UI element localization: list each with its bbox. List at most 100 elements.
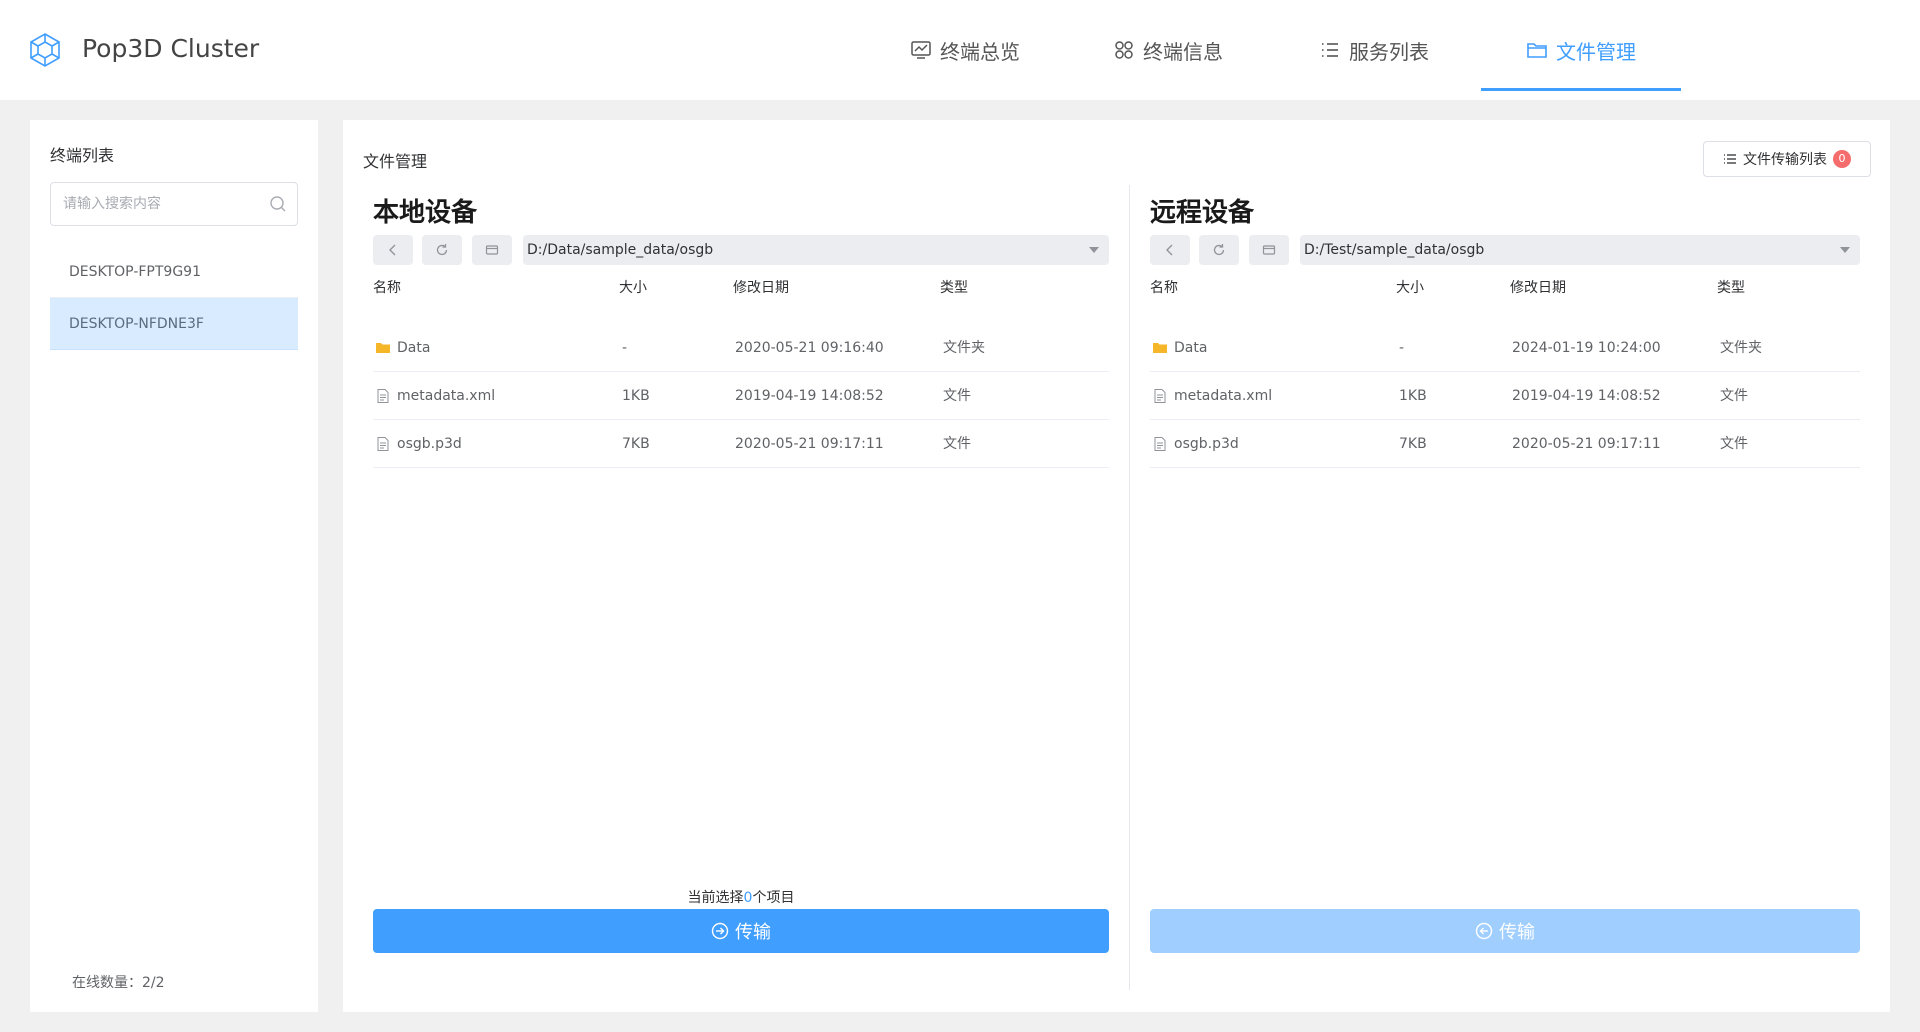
refresh-button[interactable] — [1199, 235, 1239, 265]
folder-icon — [376, 343, 390, 353]
column-header-size[interactable]: 大小 — [1396, 277, 1424, 297]
back-button[interactable] — [1150, 235, 1190, 265]
file-row[interactable]: Data - 2020-05-21 09:16:40 文件夹 — [373, 324, 1109, 372]
file-name-cell: Data — [1152, 324, 1207, 372]
selection-prefix: 当前选择 — [687, 890, 744, 906]
file-size: 7KB — [622, 436, 650, 452]
chevron-left-icon — [389, 244, 396, 256]
column-header-type[interactable]: 类型 — [940, 277, 968, 297]
local-pane-title: 本地设备 — [373, 198, 478, 228]
open-folder-button[interactable] — [1249, 235, 1289, 265]
file-icon — [1154, 389, 1166, 403]
sidebar-title: 终端列表 — [50, 146, 115, 165]
local-device-pane: 本地设备 D:/Data/sample_data/osgb 名称 大小 修改日期… — [373, 192, 1109, 992]
file-size: 1KB — [622, 388, 650, 404]
file-type: 文件 — [943, 436, 971, 452]
nav-label: 终端总览 — [940, 39, 1020, 64]
file-type: 文件夹 — [943, 340, 985, 356]
file-type: 文件 — [943, 388, 971, 404]
caret-down-icon — [1089, 247, 1099, 253]
column-header-size[interactable]: 大小 — [619, 277, 647, 297]
transfer-queue-label: 文件传输列表 — [1743, 152, 1827, 168]
monitor-chart-icon — [911, 41, 931, 59]
remote-pane-title: 远程设备 — [1150, 198, 1255, 228]
nav-label: 终端信息 — [1143, 39, 1223, 64]
nav-label: 文件管理 — [1556, 39, 1636, 64]
file-name: Data — [1174, 340, 1208, 356]
arrow-right-circle-icon — [711, 922, 729, 940]
path-value: D:/Test/sample_data/osgb — [1304, 242, 1485, 258]
top-header: Pop3D Cluster 终端总览 终端信息 服务列表 文件管理 — [0, 0, 1920, 100]
file-size: 7KB — [1399, 436, 1427, 452]
nav-file-management[interactable]: 文件管理 — [1481, 0, 1681, 100]
refresh-icon — [1213, 244, 1225, 256]
file-row[interactable]: osgb.p3d 7KB 2020-05-21 09:17:11 文件 — [1150, 420, 1860, 468]
file-modified: 2020-05-21 09:16:40 — [735, 340, 884, 356]
file-row[interactable]: osgb.p3d 7KB 2020-05-21 09:17:11 文件 — [373, 420, 1109, 468]
pane-divider — [1129, 185, 1130, 990]
file-type: 文件 — [1720, 436, 1748, 452]
file-name-cell: metadata.xml — [375, 372, 495, 420]
file-name: metadata.xml — [397, 388, 496, 404]
search-input[interactable] — [51, 183, 251, 225]
transfer-queue-button[interactable]: 文件传输列表 0 — [1703, 141, 1871, 177]
list-icon — [1322, 43, 1338, 57]
terminal-sidebar: 终端列表 DESKTOP-FPT9G91 DESKTOP-NFDNE3F 在线数… — [30, 120, 318, 1012]
search-icon[interactable] — [269, 195, 287, 213]
nav-terminal-info[interactable]: 终端信息 — [1083, 0, 1253, 100]
back-button[interactable] — [373, 235, 413, 265]
nav-terminal-overview[interactable]: 终端总览 — [880, 0, 1050, 100]
column-header-name[interactable]: 名称 — [373, 277, 401, 297]
search-box — [50, 182, 298, 226]
file-modified: 2024-01-19 10:24:00 — [1512, 340, 1661, 356]
file-name-cell: metadata.xml — [1152, 372, 1272, 420]
page-title: 文件管理 — [363, 152, 428, 171]
transfer-label: 传输 — [1499, 922, 1535, 943]
refresh-icon — [436, 244, 448, 256]
file-icon — [377, 389, 389, 403]
file-size: - — [622, 340, 628, 356]
transfer-label: 传输 — [735, 922, 771, 943]
terminal-item-selected[interactable]: DESKTOP-NFDNE3F — [50, 298, 298, 350]
file-name-cell: osgb.p3d — [375, 420, 462, 468]
refresh-button[interactable] — [422, 235, 462, 265]
folder-icon — [1262, 245, 1276, 255]
queue-count-badge: 0 — [1833, 150, 1851, 168]
file-name: Data — [397, 340, 431, 356]
column-header-modified[interactable]: 修改日期 — [733, 277, 789, 297]
terminal-item[interactable]: DESKTOP-FPT9G91 — [50, 246, 298, 298]
file-type: 文件 — [1720, 388, 1748, 404]
hex-cluster-icon — [30, 33, 60, 67]
grid-icon — [1115, 41, 1133, 59]
nav-service-list[interactable]: 服务列表 — [1289, 0, 1459, 100]
list-icon — [1724, 154, 1736, 164]
file-name: metadata.xml — [1174, 388, 1273, 404]
brand-title: Pop3D Cluster — [82, 34, 260, 63]
folder-icon — [1153, 343, 1167, 353]
online-count: 在线数量：2/2 — [72, 975, 165, 991]
remote-device-pane: 远程设备 D:/Test/sample_data/osgb 名称 大小 修改日期… — [1150, 192, 1860, 992]
path-select[interactable]: D:/Test/sample_data/osgb — [1300, 235, 1860, 265]
file-modified: 2019-04-19 14:08:52 — [735, 388, 884, 404]
arrow-left-circle-icon — [1475, 922, 1493, 940]
open-folder-button[interactable] — [472, 235, 512, 265]
column-header-type[interactable]: 类型 — [1717, 277, 1745, 297]
column-header-modified[interactable]: 修改日期 — [1510, 277, 1566, 297]
file-row[interactable]: metadata.xml 1KB 2019-04-19 14:08:52 文件 — [1150, 372, 1860, 420]
file-name-cell: osgb.p3d — [1152, 420, 1239, 468]
file-size: - — [1399, 340, 1405, 356]
chevron-left-icon — [1166, 244, 1173, 256]
path-select[interactable]: D:/Data/sample_data/osgb — [523, 235, 1109, 265]
file-row[interactable]: Data - 2024-01-19 10:24:00 文件夹 — [1150, 324, 1860, 372]
file-management-panel: 文件管理 文件传输列表 0 本地设备 D:/Data/sample_data/o… — [343, 120, 1890, 1012]
file-modified: 2020-05-21 09:17:11 — [735, 436, 884, 452]
file-name: osgb.p3d — [397, 436, 462, 452]
file-size: 1KB — [1399, 388, 1427, 404]
transfer-button-remote[interactable]: 传输 — [1150, 909, 1860, 953]
transfer-button-local[interactable]: 传输 — [373, 909, 1109, 953]
selection-info: 当前选择0个项目 — [373, 887, 1109, 907]
column-header-name[interactable]: 名称 — [1150, 277, 1178, 297]
folder-icon — [1527, 43, 1547, 58]
caret-down-icon — [1840, 247, 1850, 253]
file-row[interactable]: metadata.xml 1KB 2019-04-19 14:08:52 文件 — [373, 372, 1109, 420]
